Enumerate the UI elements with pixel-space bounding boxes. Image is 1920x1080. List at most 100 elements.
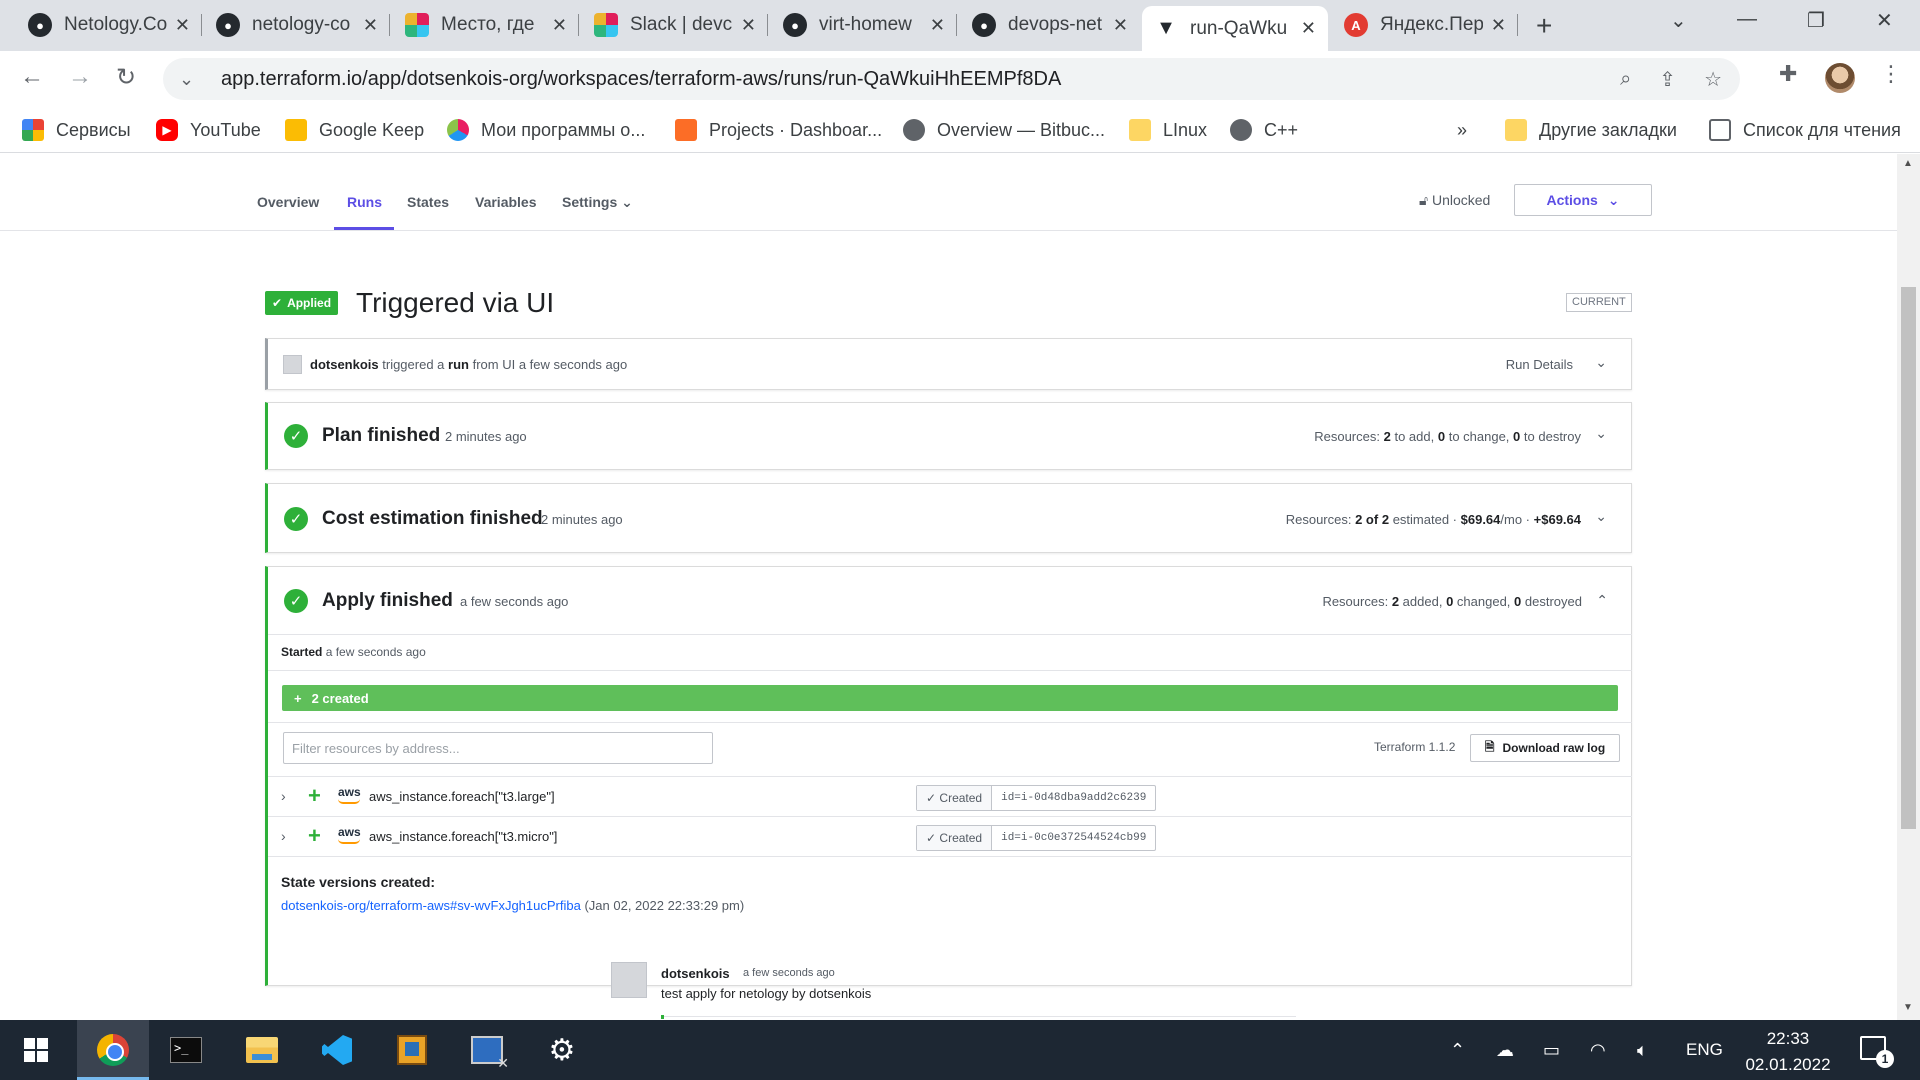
bookmark-item[interactable]: Мои программы о... bbox=[447, 115, 645, 145]
youtube-icon: ▶ bbox=[156, 119, 178, 141]
tab-variables[interactable]: Variables bbox=[475, 194, 537, 210]
taskbar-remote-desktop[interactable] bbox=[451, 1020, 523, 1080]
browser-tab[interactable]: ● virt-homew ✕ bbox=[771, 6, 957, 44]
other-bookmarks-folder[interactable]: Другие закладки bbox=[1505, 115, 1677, 145]
trigger-user[interactable]: dotsenkois bbox=[310, 357, 379, 372]
scroll-up-icon[interactable]: ▲ bbox=[1903, 158, 1913, 169]
profile-avatar[interactable] bbox=[1825, 63, 1855, 93]
close-tab-icon[interactable]: ✕ bbox=[741, 15, 756, 36]
reload-icon[interactable]: ↻ bbox=[116, 63, 136, 92]
bookmark-item[interactable]: LInux bbox=[1129, 115, 1207, 145]
url-text[interactable]: app.terraform.io/app/dotsenkois-org/work… bbox=[221, 68, 1061, 91]
notifications-icon[interactable]: 1 bbox=[1860, 1036, 1894, 1068]
close-tab-icon[interactable]: ✕ bbox=[1491, 15, 1506, 36]
onedrive-icon[interactable]: ☁ bbox=[1496, 1020, 1514, 1080]
destroyed-count: 0 bbox=[1514, 594, 1522, 609]
tab-runs[interactable]: Runs bbox=[347, 194, 382, 210]
close-tab-icon[interactable]: ✕ bbox=[552, 15, 567, 36]
state-version-link[interactable]: dotsenkois-org/terraform-aws#sv-wvFxJgh1… bbox=[281, 898, 581, 913]
share-icon[interactable]: ⇪ bbox=[1659, 67, 1676, 92]
github-icon: ● bbox=[216, 13, 240, 37]
chevron-down-icon[interactable]: ⌄ bbox=[1595, 425, 1607, 442]
resource-row[interactable]: › + aws aws_instance.foreach["t3.large"]… bbox=[268, 776, 1632, 816]
address-bar[interactable]: ⌄ app.terraform.io/app/dotsenkois-org/wo… bbox=[163, 58, 1740, 100]
cost-estimation-card[interactable]: ✓ Cost estimation finished 2 minutes ago… bbox=[265, 483, 1632, 553]
plan-card[interactable]: ✓ Plan finished 2 minutes ago Resources:… bbox=[265, 402, 1632, 470]
close-tab-icon[interactable]: ✕ bbox=[1301, 18, 1316, 39]
close-tab-icon[interactable]: ✕ bbox=[175, 15, 190, 36]
menu-icon[interactable]: ⋮ bbox=[1880, 61, 1902, 87]
extensions-icon[interactable]: ✚ bbox=[1779, 61, 1797, 87]
back-icon[interactable]: ← bbox=[20, 63, 44, 91]
start-button[interactable] bbox=[0, 1020, 72, 1080]
tab-search-icon[interactable]: ⌄ bbox=[1670, 8, 1687, 33]
chevron-down-icon[interactable]: ⌄ bbox=[1595, 508, 1607, 525]
volume-icon[interactable]: 🔈︎ bbox=[1637, 1020, 1648, 1080]
chevron-down-icon[interactable]: ⌄ bbox=[1595, 354, 1607, 371]
chevron-right-icon[interactable]: › bbox=[281, 788, 286, 804]
created-summary-bar[interactable]: +2 created bbox=[282, 685, 1618, 711]
bookmark-item[interactable]: ▶ YouTube bbox=[156, 115, 261, 145]
chevron-right-icon[interactable]: › bbox=[281, 828, 286, 844]
battery-icon[interactable]: ▭ bbox=[1543, 1020, 1560, 1080]
browser-tab[interactable]: ● Netology.Co ✕ bbox=[16, 6, 202, 44]
actions-button[interactable]: Actions ⌄ bbox=[1514, 184, 1652, 216]
browser-tab[interactable]: A Яндекс.Пер ✕ bbox=[1332, 6, 1518, 44]
close-tab-icon[interactable]: ✕ bbox=[930, 15, 945, 36]
apply-card-header[interactable]: ✓ Apply finished a few seconds ago Resou… bbox=[268, 567, 1632, 635]
bookmark-item[interactable]: Сервисы bbox=[22, 115, 131, 145]
taskbar-chrome[interactable] bbox=[77, 1020, 149, 1080]
taskbar-clock[interactable]: 22:33 02.01.2022 bbox=[1740, 1026, 1836, 1078]
run-trigger-card: dotsenkois triggered a run from UI a few… bbox=[265, 338, 1632, 390]
comment-user[interactable]: dotsenkois bbox=[661, 966, 730, 981]
show-hidden-icons[interactable]: ⌃ bbox=[1450, 1020, 1465, 1080]
taskbar-settings[interactable]: ⚙ bbox=[526, 1020, 598, 1080]
filter-resources-input[interactable] bbox=[283, 732, 713, 764]
lock-status[interactable]: 🔓︎ Unlocked bbox=[1419, 192, 1490, 209]
browser-tab[interactable]: Slack | devc ✕ bbox=[582, 6, 768, 44]
remote-desktop-icon bbox=[471, 1036, 509, 1072]
tab-states[interactable]: States bbox=[407, 194, 449, 210]
check-circle-icon: ✓ bbox=[284, 507, 308, 531]
forward-icon[interactable]: → bbox=[68, 63, 92, 91]
browser-tab[interactable]: Место, где ✕ bbox=[393, 6, 579, 44]
close-tab-icon[interactable]: ✕ bbox=[1113, 15, 1128, 36]
resource-id: id=i-0c0e372544524cb99 bbox=[1001, 832, 1147, 844]
chevron-up-icon[interactable]: ⌃ bbox=[1596, 592, 1608, 609]
close-window-icon[interactable]: ✕ bbox=[1876, 8, 1893, 33]
browser-tab[interactable]: ● devops-net ✕ bbox=[960, 6, 1140, 44]
language-indicator[interactable]: ENG bbox=[1686, 1020, 1723, 1080]
bookmark-item[interactable]: Google Keep bbox=[285, 115, 424, 145]
site-info-icon[interactable]: ⌄ bbox=[179, 69, 201, 90]
resource-id: id=i-0d48dba9add2c6239 bbox=[1001, 792, 1147, 804]
more-bookmarks-button[interactable]: » bbox=[1457, 115, 1467, 145]
bookmark-item[interactable]: Overview — Bitbuc... bbox=[903, 115, 1105, 145]
tab-settings[interactable]: Settings ⌄ bbox=[562, 194, 633, 211]
taskbar-app[interactable] bbox=[376, 1020, 448, 1080]
bookmark-star-icon[interactable]: ☆ bbox=[1704, 67, 1722, 92]
taskbar-file-explorer[interactable] bbox=[226, 1020, 298, 1080]
restore-icon[interactable]: ❐ bbox=[1807, 8, 1825, 33]
bookmark-item[interactable]: C++ bbox=[1230, 115, 1298, 145]
minimize-icon[interactable]: — bbox=[1737, 8, 1757, 31]
scroll-down-icon[interactable]: ▼ bbox=[1903, 1002, 1913, 1013]
wifi-icon[interactable]: ◠ bbox=[1590, 1020, 1606, 1080]
browser-tab[interactable]: ● netology-co ✕ bbox=[204, 6, 390, 44]
new-tab-icon[interactable]: + bbox=[1536, 10, 1552, 42]
estimated-count: 2 of 2 bbox=[1355, 512, 1390, 527]
close-tab-icon[interactable]: ✕ bbox=[363, 15, 378, 36]
taskbar-vscode[interactable] bbox=[301, 1020, 373, 1080]
taskbar-terminal[interactable]: >_ bbox=[150, 1020, 222, 1080]
scrollbar-thumb[interactable] bbox=[1901, 287, 1916, 829]
tab-overview[interactable]: Overview bbox=[257, 194, 319, 210]
browser-tab-active[interactable]: ▼ run-QaWku ✕ bbox=[1142, 6, 1328, 51]
run-details-link[interactable]: Run Details bbox=[1506, 357, 1573, 372]
bookmark-item[interactable]: Projects · Dashboar... bbox=[675, 115, 882, 145]
browser-tab-strip: ● Netology.Co ✕ ● netology-co ✕ Место, г… bbox=[0, 0, 1920, 51]
reading-list-button[interactable]: Список для чтения bbox=[1709, 115, 1901, 145]
download-raw-log-button[interactable]: 🗎 Download raw log bbox=[1470, 734, 1620, 762]
page-scrollbar[interactable]: ▲ ▼ bbox=[1897, 154, 1920, 1020]
resource-row[interactable]: › + aws aws_instance.foreach["t3.micro"]… bbox=[268, 816, 1632, 856]
zoom-icon[interactable]: ⌕ bbox=[1620, 68, 1631, 91]
windows-taskbar: >_ ⚙ ⌃ ☁ ▭ ◠ 🔈︎ ENG 22:33 02.01.2022 1 bbox=[0, 1020, 1920, 1080]
